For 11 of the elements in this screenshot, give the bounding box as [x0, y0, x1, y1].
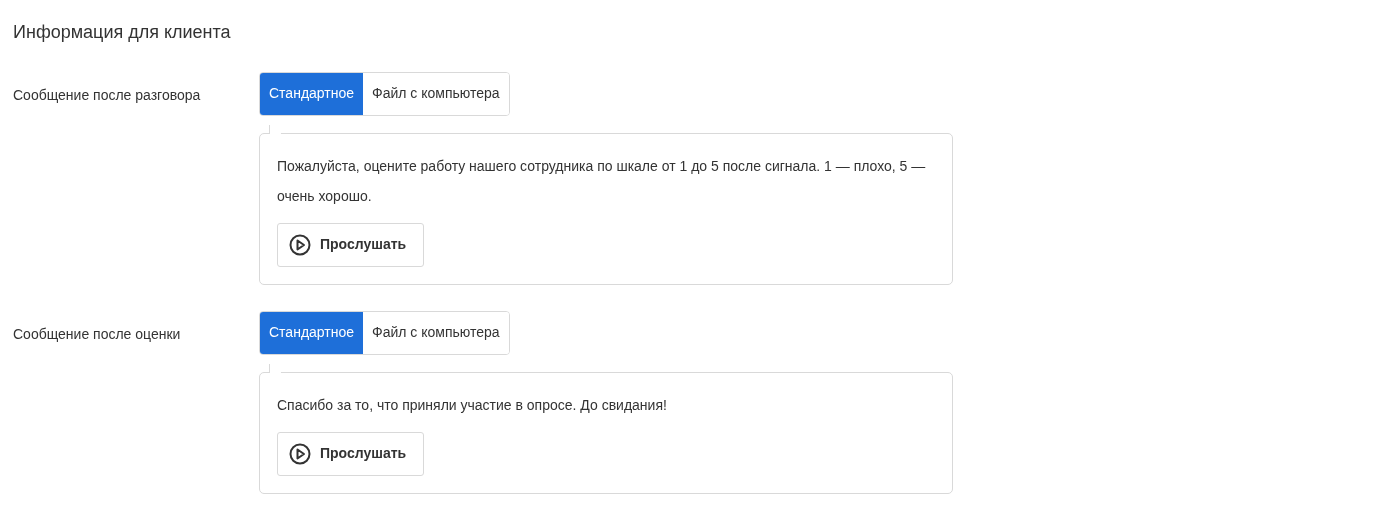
tab[interactable]: Стандартное: [260, 311, 364, 354]
field-label: Сообщение после оценки: [13, 324, 182, 344]
play-button[interactable]: Прослушать: [277, 431, 425, 476]
play-button[interactable]: Прослушать: [277, 222, 425, 267]
play-icon: [289, 442, 311, 465]
message-text: Спасибо за то, что приняли участие в опросе. До свидания!: [277, 395, 668, 415]
tab[interactable]: Стандартное: [260, 72, 364, 115]
section-title: Информация для клиента: [13, 22, 232, 44]
message-text: Пожалуйста, оцените работу нашего сотрудника по шкале от 1 до 5 после сигнала. 1 — плохо, 5 — очень хорошо.: [277, 156, 927, 206]
play-icon: [289, 233, 311, 256]
field-label: Сообщение после разговора: [13, 85, 202, 105]
